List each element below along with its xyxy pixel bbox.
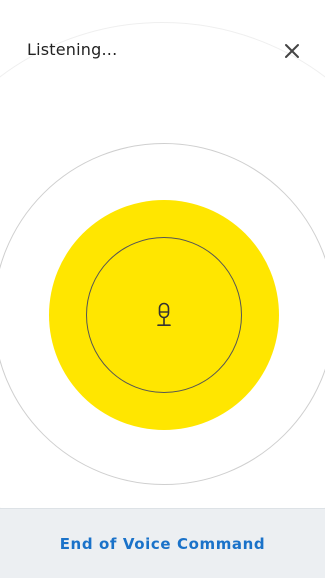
end-voice-command-button[interactable]: End of Voice Command bbox=[0, 509, 325, 578]
close-button[interactable] bbox=[278, 37, 306, 65]
footer-bar: End of Voice Command bbox=[0, 508, 325, 578]
close-icon bbox=[285, 44, 299, 58]
voice-command-screen: Listening... End of Voice Command bbox=[0, 0, 325, 578]
microphone-icon bbox=[155, 302, 173, 328]
page-title: Listening... bbox=[27, 40, 118, 59]
